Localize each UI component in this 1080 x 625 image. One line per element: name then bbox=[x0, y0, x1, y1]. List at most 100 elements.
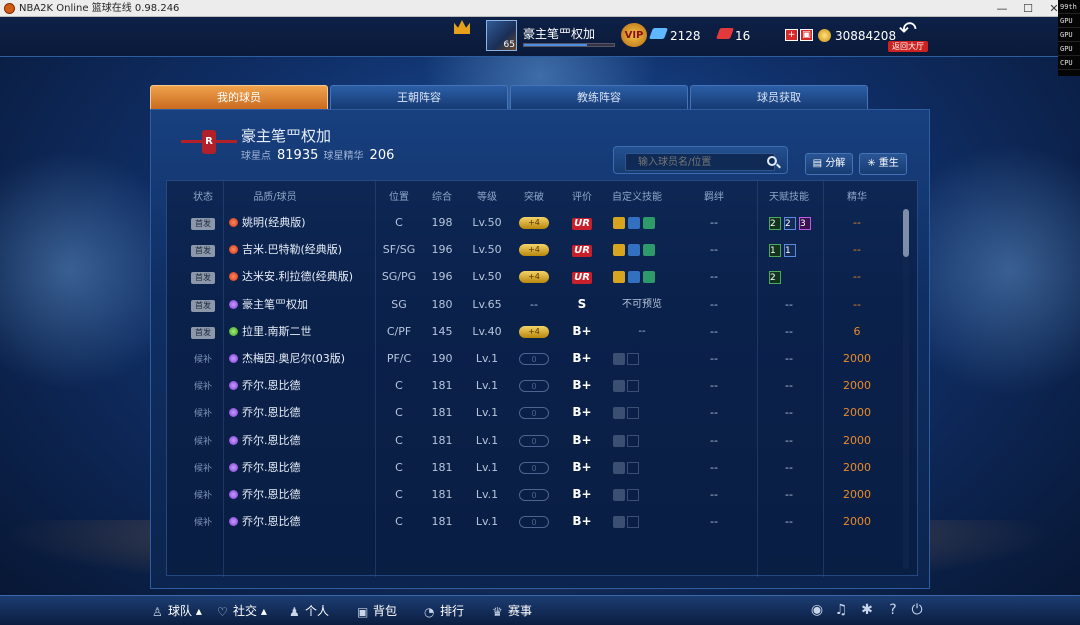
table-row[interactable]: 候补 乔尔.恩比德 C 181 Lv.1 0 B+ -- -- 2000 bbox=[167, 427, 903, 454]
table-row[interactable]: 首发 吉米.巴特勒(经典版) SF/SG 196 Lv.50 +4 UR -- 1 1 -- bbox=[167, 236, 903, 263]
nav-rank[interactable]: ◔ 排行 bbox=[424, 601, 464, 621]
status-badge: 首发 bbox=[191, 326, 215, 339]
tab-my-players[interactable]: 我的球员 bbox=[150, 85, 328, 109]
bag-icon: ▣ bbox=[357, 605, 369, 619]
col-breakthrough: 突破 bbox=[524, 192, 544, 203]
vip-icon[interactable]: VIP bbox=[621, 23, 647, 47]
talent-badge[interactable]: 3 bbox=[799, 217, 811, 230]
essence-cell: -- bbox=[853, 270, 861, 284]
table-row[interactable]: 候补 乔尔.恩比德 C 181 Lv.1 0 B+ -- -- 2000 bbox=[167, 508, 903, 535]
essence-cell: 6 bbox=[853, 324, 861, 338]
nav-events[interactable]: ♛ 赛事 bbox=[492, 601, 532, 621]
col-rating: 评价 bbox=[572, 192, 592, 203]
search-input[interactable] bbox=[625, 153, 775, 171]
position-cell: SG/PG bbox=[381, 270, 417, 284]
table-row[interactable]: 首发 拉里.南斯二世 C/PF 145 Lv.40 +4 B+ -- -- -- 6 bbox=[167, 318, 903, 345]
level-cell: Lv.65 bbox=[472, 297, 502, 311]
essence-cell: 2000 bbox=[843, 488, 871, 501]
talent-badge[interactable]: 2 bbox=[769, 217, 781, 230]
skill-icon[interactable] bbox=[643, 217, 655, 229]
quality-dot bbox=[229, 435, 238, 445]
col-custom-skills: 自定义技能 bbox=[612, 192, 662, 203]
col-talent: 天赋技能 bbox=[769, 192, 809, 203]
talent-badge[interactable]: 1 bbox=[769, 244, 781, 258]
minimize-button[interactable]: — bbox=[990, 0, 1014, 17]
crown-icon[interactable] bbox=[454, 20, 470, 34]
skill-icon[interactable] bbox=[628, 271, 640, 284]
nav-bag[interactable]: ▣ 背包 bbox=[357, 601, 397, 621]
player-name-cell: 杰梅因.奥尼尔(03版) bbox=[242, 352, 346, 365]
table-row[interactable]: 首发 达米安.利拉德(经典版) SG/PG 196 Lv.50 +4 UR -- 2 -- bbox=[167, 263, 903, 290]
gift-icon[interactable]: ▣ bbox=[800, 29, 813, 41]
rating-badge: S bbox=[577, 296, 587, 311]
tab-bar: 我的球员 王朝阵容 教练阵容 球员获取 bbox=[150, 85, 870, 109]
tab-dynasty-lineup[interactable]: 王朝阵容 bbox=[330, 85, 508, 109]
break-pill: 0 bbox=[519, 489, 549, 501]
table-row[interactable]: 首发 姚明(经典版) C 198 Lv.50 +4 UR -- 2 2 3 -- bbox=[167, 209, 903, 236]
back-to-lobby-button[interactable]: ↶ 返回大厅 bbox=[888, 20, 928, 55]
rating-badge: B+ bbox=[572, 323, 592, 338]
quality-dot bbox=[229, 408, 238, 418]
first-aid-icon[interactable]: + bbox=[785, 29, 798, 41]
search-icon[interactable] bbox=[767, 156, 777, 166]
talent-badge[interactable]: 1 bbox=[784, 244, 796, 258]
gear-icon[interactable]: ✱ bbox=[858, 602, 876, 618]
star-essence-label: 球星精华 bbox=[323, 151, 364, 162]
scroll-thumb[interactable] bbox=[903, 209, 909, 257]
talent-badge[interactable]: 2 bbox=[784, 217, 796, 230]
headset-icon[interactable]: ◉ bbox=[808, 602, 826, 618]
tab-player-acquire[interactable]: 球员获取 bbox=[690, 85, 868, 109]
position-cell: SF/SG bbox=[382, 243, 416, 257]
skill-icon[interactable] bbox=[628, 244, 640, 257]
table-row[interactable]: 候补 乔尔.恩比德 C 181 Lv.1 0 B+ -- -- 2000 bbox=[167, 399, 903, 426]
table-row[interactable]: 首发 豪主笔罒权加 SG 180 Lv.65 -- S 不可预览 -- -- -- bbox=[167, 291, 903, 318]
music-icon[interactable]: ♫ bbox=[832, 602, 850, 618]
level-cell: Lv.1 bbox=[475, 460, 499, 474]
quality-dot bbox=[229, 272, 238, 282]
bond-cell: -- bbox=[710, 515, 718, 529]
talent-cell: -- bbox=[785, 297, 793, 311]
position-cell: C/PF bbox=[386, 324, 412, 338]
overall-cell: 145 bbox=[431, 324, 453, 338]
table-row[interactable]: 候补 乔尔.恩比德 C 181 Lv.1 0 B+ -- -- 2000 bbox=[167, 454, 903, 481]
skill-icon[interactable] bbox=[643, 244, 655, 257]
nav-label: 赛事 bbox=[508, 604, 533, 618]
table-row[interactable]: 候补 乔尔.恩比德 C 181 Lv.1 0 B+ -- -- 2000 bbox=[167, 481, 903, 508]
nav-team[interactable]: ♙ 球队 ▴ bbox=[152, 601, 202, 621]
skill-slot bbox=[627, 407, 639, 420]
nav-social[interactable]: ♡ 社交 ▴ bbox=[217, 601, 267, 621]
perf-label: GPU bbox=[1058, 42, 1080, 56]
decompose-button[interactable]: ▤ 分解 bbox=[805, 153, 853, 175]
table-row[interactable]: 候补 乔尔.恩比德 C 181 Lv.1 0 B+ -- -- 2000 bbox=[167, 372, 903, 399]
team-stats: 球星点 81935 球星精华 206 bbox=[241, 147, 396, 163]
avatar[interactable]: 65 bbox=[486, 20, 517, 51]
overall-cell: 181 bbox=[431, 488, 453, 501]
skill-icon[interactable] bbox=[613, 244, 625, 257]
perf-label: GPU bbox=[1058, 28, 1080, 42]
position-cell: C bbox=[395, 379, 403, 393]
skill-icon[interactable] bbox=[628, 217, 640, 229]
skill-icon[interactable] bbox=[643, 271, 655, 284]
skill-slot bbox=[627, 461, 639, 474]
skills-text: 不可预览 bbox=[622, 298, 662, 310]
skill-icon[interactable] bbox=[613, 217, 625, 229]
tab-coach-lineup[interactable]: 教练阵容 bbox=[510, 85, 688, 109]
status-badge: 候补 bbox=[193, 463, 212, 474]
exit-icon[interactable]: ⏻ bbox=[908, 602, 926, 618]
maximize-button[interactable]: ☐ bbox=[1016, 0, 1040, 17]
perf-label: CPU bbox=[1058, 56, 1080, 70]
player-name-cell: 乔尔.恩比德 bbox=[242, 515, 301, 529]
table-row[interactable]: 候补 杰梅因.奥尼尔(03版) PF/C 190 Lv.1 0 B+ -- -- 2000 bbox=[167, 345, 903, 372]
nav-personal[interactable]: ♟ 个人 bbox=[289, 601, 329, 621]
scrollbar[interactable] bbox=[903, 209, 909, 569]
talent-badge[interactable]: 2 bbox=[769, 271, 781, 285]
lock-icon bbox=[613, 461, 625, 474]
col-quality-player: 品质/球员 bbox=[253, 192, 297, 203]
essence-cell: 2000 bbox=[843, 460, 871, 474]
help-icon[interactable]: ? bbox=[884, 602, 902, 618]
skill-icon[interactable] bbox=[613, 271, 625, 284]
ticket-count: 16 bbox=[735, 29, 751, 43]
status-badge: 首发 bbox=[191, 272, 215, 285]
rebirth-button[interactable]: ✳ 重生 bbox=[859, 153, 907, 175]
position-cell: PF/C bbox=[386, 352, 412, 365]
